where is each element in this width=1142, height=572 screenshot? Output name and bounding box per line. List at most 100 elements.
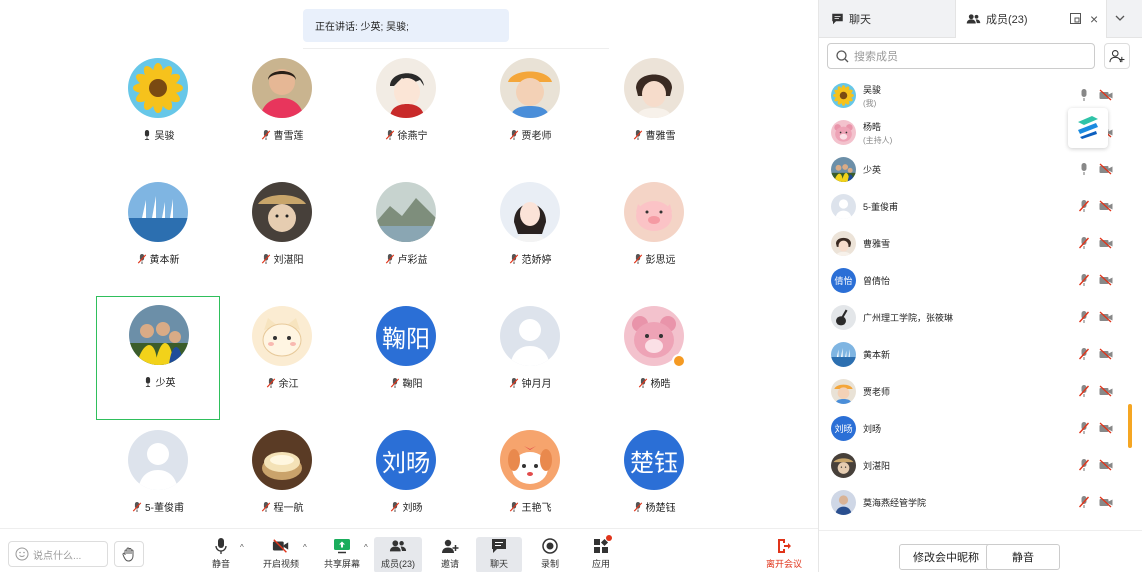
member-row[interactable]: 广州理工学院，张筱琳 (819, 299, 1142, 336)
microphone-muted-icon[interactable] (1079, 348, 1089, 360)
microphone-muted-icon[interactable] (1079, 200, 1089, 212)
camera-off-icon[interactable] (1099, 422, 1113, 434)
avatar: 倩怡 (831, 268, 856, 293)
camera-off-icon[interactable] (1099, 200, 1113, 212)
microphone-muted-icon[interactable] (1079, 459, 1089, 471)
microphone-muted-icon (266, 377, 275, 388)
participant-tile[interactable]: 鞠阳 鞠阳 (344, 298, 468, 422)
member-row[interactable]: 刘旸 刘旸 (819, 410, 1142, 447)
microphone-muted-icon[interactable] (1079, 311, 1089, 323)
share-options-chevron-icon[interactable]: ^ (364, 543, 368, 552)
tab-chat[interactable]: 聊天 (831, 0, 871, 38)
tab-members[interactable]: 成员(23) × (955, 0, 1107, 38)
notification-dot (606, 535, 612, 541)
avatar: 鞠阳 (376, 306, 436, 366)
microphone-muted-icon (638, 377, 647, 388)
participant-tile[interactable]: 贾老师 (468, 50, 592, 174)
member-search-input[interactable]: 搜索成员 (827, 43, 1095, 69)
camera-off-icon[interactable] (1099, 385, 1113, 397)
mute-all-button[interactable]: 静音 (986, 544, 1060, 570)
member-row[interactable]: 黄本新 (819, 336, 1142, 373)
rename-button[interactable]: 修改会中昵称 (899, 544, 993, 570)
microphone-muted-icon[interactable] (1079, 496, 1089, 508)
member-row[interactable]: 少英 (819, 151, 1142, 188)
participant-name-row: 5-董俊甫 (96, 499, 220, 514)
member-row[interactable]: 5-董俊甫 (819, 188, 1142, 225)
participant-tile[interactable]: 彭思远 (592, 174, 716, 298)
microphone-muted-icon (509, 129, 518, 140)
close-icon[interactable]: × (1090, 11, 1098, 27)
member-row[interactable]: 刘湛阳 (819, 447, 1142, 484)
leave-meeting-button[interactable]: 离开会议 (762, 537, 806, 572)
participant-tile[interactable]: 吴骏 (96, 50, 220, 174)
member-name: 黄本新 (863, 348, 890, 361)
participant-tile[interactable]: 杨晧 (592, 298, 716, 422)
chevron-down-icon[interactable] (1115, 13, 1125, 25)
hand-icon (122, 547, 134, 562)
avatar (500, 306, 560, 366)
microphone-icon[interactable] (1079, 163, 1089, 175)
participant-tile[interactable]: 徐燕宁 (344, 50, 468, 174)
participant-tile[interactable]: 钟月月 (468, 298, 592, 422)
apps-button[interactable]: 应用 (587, 535, 615, 572)
participant-tile[interactable]: 少英 (96, 296, 220, 420)
members-button[interactable]: 成员(23) (374, 537, 422, 572)
member-name-text: 刘湛阳 (863, 461, 891, 471)
popout-icon[interactable] (1070, 13, 1081, 27)
member-row[interactable]: 贾老师 (819, 373, 1142, 410)
microphone-muted-icon (385, 253, 394, 264)
microphone-muted-icon[interactable] (1079, 237, 1089, 249)
say-something-input[interactable]: 说点什么... (8, 541, 108, 567)
mute-options-chevron-icon[interactable]: ^ (240, 543, 244, 552)
participant-tile[interactable]: 余江 (220, 298, 344, 422)
member-row[interactable]: 曹雅雪 (819, 225, 1142, 262)
add-member-button[interactable] (1104, 43, 1130, 69)
avatar (252, 182, 312, 242)
chat-button[interactable]: 聊天 (476, 537, 522, 572)
share-screen-button[interactable]: 共享屏幕 (321, 537, 363, 572)
member-role: (我) (863, 99, 877, 108)
microphone-muted-icon[interactable] (1079, 274, 1089, 286)
microphone-muted-icon[interactable] (1079, 422, 1089, 434)
invite-button[interactable]: 邀请 (436, 537, 464, 572)
mute-button[interactable]: 静音 (208, 537, 234, 572)
record-button[interactable]: 录制 (536, 537, 564, 572)
camera-off-icon[interactable] (1099, 496, 1113, 508)
microphone-muted-icon (137, 253, 146, 264)
participant-tile[interactable]: 黄本新 (96, 174, 220, 298)
participant-tile[interactable]: 曹雅雪 (592, 50, 716, 174)
camera-off-icon[interactable] (1099, 311, 1113, 323)
participant-tile[interactable]: 范娇婷 (468, 174, 592, 298)
participant-tile[interactable]: 卢彩益 (344, 174, 468, 298)
video-options-chevron-icon[interactable]: ^ (303, 543, 307, 552)
participant-name-row: 王艳飞 (468, 499, 592, 514)
member-list-scrollbar[interactable] (1128, 404, 1132, 448)
member-row[interactable]: 倩怡 曾倩怡 (819, 262, 1142, 299)
camera-off-icon[interactable] (1099, 348, 1113, 360)
camera-off-icon[interactable] (1099, 274, 1113, 286)
microphone-icon[interactable] (1079, 89, 1089, 101)
member-name-text: 吴骏 (863, 85, 882, 95)
floating-app-logo[interactable] (1068, 108, 1108, 148)
avatar (376, 182, 436, 242)
member-name: 杨晧 (主持人) (863, 120, 892, 146)
camera-off-icon[interactable] (1099, 163, 1113, 175)
camera-off-icon (272, 539, 289, 553)
avatar (500, 430, 560, 490)
members-icon (389, 540, 407, 552)
avatar (128, 182, 188, 242)
record-label: 录制 (540, 559, 559, 569)
camera-off-icon[interactable] (1099, 89, 1113, 101)
participant-name-row: 黄本新 (96, 251, 220, 266)
participant-tile[interactable]: 刘湛阳 (220, 174, 344, 298)
camera-off-icon[interactable] (1099, 459, 1113, 471)
camera-off-icon[interactable] (1099, 237, 1113, 249)
avatar (831, 83, 856, 108)
participant-tile[interactable]: 曹雪莲 (220, 50, 344, 174)
start-video-button[interactable]: 开启视频 (260, 537, 302, 572)
microphone-muted-icon[interactable] (1079, 385, 1089, 397)
raise-hand-button[interactable] (114, 541, 144, 567)
tab-members-label: 成员(23) (986, 14, 1028, 26)
member-row[interactable]: 莫海燕经管学院 (819, 484, 1142, 521)
microphone-muted-icon (132, 501, 142, 512)
